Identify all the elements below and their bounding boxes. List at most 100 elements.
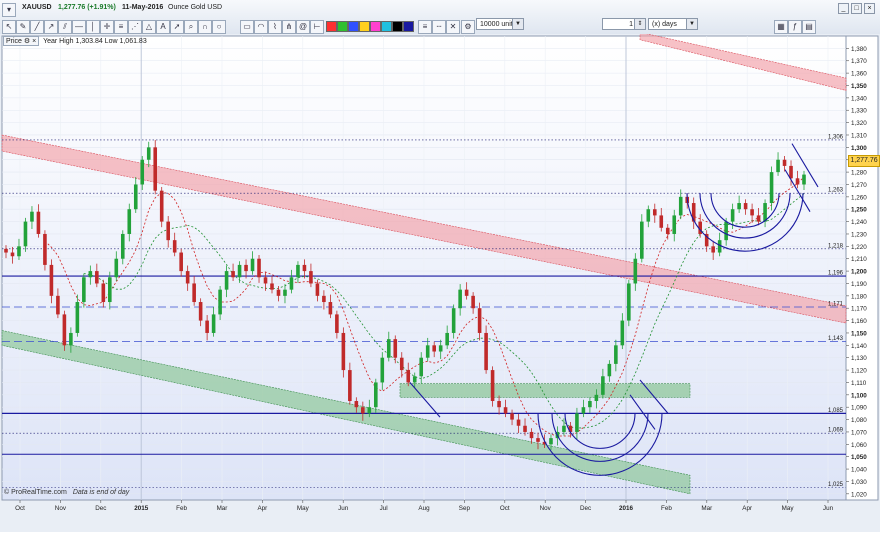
- pitchfork-icon[interactable]: ⋔: [282, 20, 296, 34]
- maximize-icon[interactable]: □: [851, 3, 862, 14]
- candle-body: [283, 289, 287, 296]
- zoom-icon[interactable]: ⌕: [184, 20, 198, 34]
- units-select[interactable]: 10000 units ▼: [476, 18, 524, 30]
- indicators-icon[interactable]: ƒ: [788, 20, 802, 34]
- cross-tool-icon[interactable]: ✛: [100, 20, 114, 34]
- line-style-icon[interactable]: ┄: [432, 20, 446, 34]
- y-tick-label: 1,210: [851, 256, 867, 263]
- candle-body: [62, 314, 67, 346]
- candle-body: [211, 314, 216, 333]
- color-yellow-swatch[interactable]: [359, 21, 370, 32]
- candle-body: [386, 339, 391, 358]
- polyline-tool-icon[interactable]: ⌇: [268, 20, 282, 34]
- spiral-icon[interactable]: @: [296, 20, 310, 34]
- x-tick-label: Jun: [823, 505, 834, 512]
- delete-drawing-icon[interactable]: ✕: [446, 20, 460, 34]
- x-tick-label: Dec: [580, 505, 591, 512]
- y-tick-label: 1,350: [851, 83, 867, 90]
- minimize-icon[interactable]: _: [838, 3, 849, 14]
- level-label: 1,171: [828, 301, 844, 307]
- candle-body: [348, 370, 352, 402]
- candle-body: [140, 159, 145, 185]
- arc-tool-icon[interactable]: ◠: [254, 20, 268, 34]
- price-chart[interactable]: 1,306 1,263 1,218 1,196 1,171 1,143 1,085 1,069…: [0, 31, 880, 532]
- candle-body: [153, 147, 158, 191]
- chart-menu-icon[interactable]: ▾: [2, 3, 16, 17]
- source-label: © ProRealTime.com: [4, 489, 67, 496]
- vertical-line-icon[interactable]: │: [86, 20, 100, 34]
- candle-body: [464, 289, 469, 296]
- text-tool-icon[interactable]: A: [156, 20, 170, 34]
- candle-body: [10, 252, 15, 257]
- y-tick-label: 1,170: [851, 306, 867, 313]
- layout-icon[interactable]: ▤: [802, 20, 816, 34]
- candle-body: [120, 233, 125, 259]
- candle-body: [471, 295, 475, 309]
- y-tick-label: 1,130: [851, 355, 867, 362]
- candle-body: [458, 289, 462, 309]
- candle-body: [88, 271, 93, 278]
- candle-body: [270, 283, 274, 290]
- horizontal-line-icon[interactable]: —: [72, 20, 86, 34]
- ray-tool-icon[interactable]: ↗: [44, 20, 58, 34]
- color-blue-swatch[interactable]: [348, 21, 359, 32]
- ruler-icon[interactable]: ⊢: [310, 20, 324, 34]
- chart-area[interactable]: 1,306 1,263 1,218 1,196 1,171 1,143 1,085 1,069…: [0, 31, 880, 532]
- color-black-swatch[interactable]: [392, 21, 403, 32]
- chart-type-icon[interactable]: ▦: [774, 20, 788, 34]
- gear-icon: ⚙: [23, 38, 31, 45]
- candle-body: [529, 431, 534, 439]
- candle-body: [114, 258, 119, 278]
- candle-body: [562, 425, 566, 432]
- fibonacci-icon[interactable]: ≡: [114, 20, 128, 34]
- candle-body: [250, 258, 255, 272]
- y-tick-label: 1,270: [851, 182, 867, 189]
- candle-body: [56, 295, 60, 315]
- triangle-tool-icon[interactable]: △: [142, 20, 156, 34]
- y-tick-label: 1,340: [851, 95, 867, 102]
- rectangle-tool-icon[interactable]: ▭: [240, 20, 254, 34]
- candle-body: [328, 302, 333, 315]
- arrow-tool-icon[interactable]: ➚: [170, 20, 184, 34]
- candle-body: [49, 264, 54, 296]
- candle-body: [678, 196, 683, 216]
- candle-body: [769, 172, 774, 204]
- candle-body: [315, 283, 320, 296]
- line-tool-icon[interactable]: ╱: [30, 20, 44, 34]
- magnet-icon[interactable]: ∩: [198, 20, 212, 34]
- level-label: 1,025: [828, 482, 844, 488]
- candle-body: [588, 401, 592, 408]
- y-tick-label: 1,140: [851, 343, 867, 350]
- ellipse-tool-icon[interactable]: ○: [212, 20, 226, 34]
- y-tick-label: 1,320: [851, 120, 867, 127]
- pencil-icon[interactable]: ✎: [16, 20, 30, 34]
- period-count-value: 1: [629, 21, 633, 28]
- candle-body: [4, 248, 8, 253]
- y-tick-label: 1,300: [851, 145, 867, 152]
- line-width-icon[interactable]: ≡: [418, 20, 432, 34]
- color-red-swatch[interactable]: [326, 21, 337, 32]
- candle-body: [23, 221, 28, 247]
- settings-icon[interactable]: ⚙: [461, 20, 475, 34]
- toolbar-row-2: ↖ ✎ ╱ ↗ ⫽ — │ ✛ ≡ ⋰ △ A ➚ ⌕ ∩ ○ ▭ ◠ ⌇ ⋔ …: [0, 17, 880, 34]
- fan-tool-icon[interactable]: ⋰: [128, 20, 142, 34]
- color-navy-swatch[interactable]: [403, 21, 414, 32]
- toolbar-row-1: ▾ XAUUSD 1,277.76 (+1.91%) 11-May-2016 O…: [0, 0, 880, 18]
- cursor-icon[interactable]: ↖: [2, 20, 16, 34]
- stepper-icon: ⇕: [634, 19, 645, 29]
- candle-body: [198, 302, 203, 321]
- color-magenta-swatch[interactable]: [370, 21, 381, 32]
- color-green-swatch[interactable]: [337, 21, 348, 32]
- x-tick-label: Jun: [338, 505, 349, 512]
- toolbar: ▾ XAUUSD 1,277.76 (+1.91%) 11-May-2016 O…: [0, 0, 880, 35]
- color-cyan-swatch[interactable]: [381, 21, 392, 32]
- period-count-stepper[interactable]: 1 ⇕: [602, 18, 646, 30]
- channel-tool-icon[interactable]: ⫽: [58, 20, 72, 34]
- period-unit-select[interactable]: (x) days ▼: [648, 18, 698, 30]
- close-icon[interactable]: ×: [864, 3, 875, 14]
- price-indicator-button[interactable]: Price ⚙ ×: [3, 36, 40, 46]
- legend: Price ⚙ × Year High 1,303.84 Low 1,061.8…: [3, 36, 147, 46]
- symbol-label[interactable]: XAUUSD: [22, 4, 52, 11]
- units-value: 10000 units: [480, 21, 517, 28]
- y-tick-label: 1,380: [851, 46, 867, 53]
